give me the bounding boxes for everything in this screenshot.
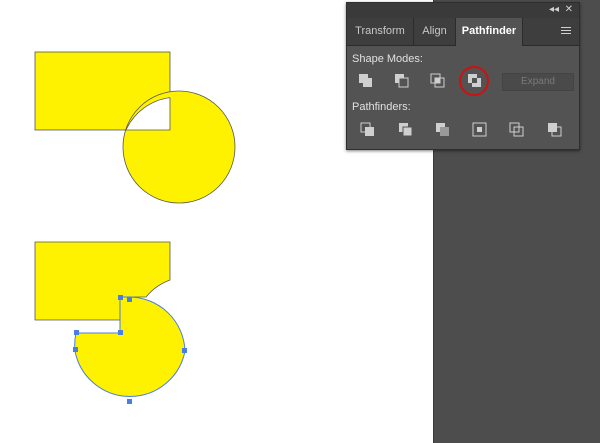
crop-button[interactable] (468, 119, 492, 141)
minus-back-button[interactable] (543, 119, 567, 141)
excluded-shape[interactable] (34, 241, 187, 404)
original-shapes[interactable] (34, 51, 236, 204)
trim-button[interactable] (394, 119, 418, 141)
crop-icon (472, 122, 487, 137)
shape-modes-label: Shape Modes: (352, 53, 423, 65)
minus-back-icon (548, 123, 562, 137)
pathfinders-label: Pathfinders: (352, 101, 411, 113)
intersect-icon (430, 73, 445, 88)
minus-front-button[interactable] (390, 70, 414, 92)
yellow-circle (122, 90, 236, 204)
pathfinder-panel: ◂◂ ✕ Transform Align Pathfinder Shape Mo… (346, 2, 580, 150)
tab-pathfinder[interactable]: Pathfinder (456, 18, 523, 46)
divide-button[interactable] (356, 119, 380, 141)
outline-button[interactable] (505, 119, 529, 141)
outline-icon (509, 122, 524, 137)
exclude-highlight-circle (459, 66, 489, 96)
unite-button[interactable] (354, 70, 378, 92)
close-panel-button[interactable]: ✕ (565, 4, 573, 16)
panel-topbar: ◂◂ ✕ (347, 3, 579, 18)
minus-front-icon (395, 74, 409, 88)
divide-icon (360, 122, 374, 136)
trim-icon (399, 123, 413, 137)
panel-menu-icon[interactable] (561, 27, 571, 36)
tab-transform[interactable]: Transform (347, 18, 414, 45)
unite-icon (359, 74, 372, 87)
panel-tabs: Transform Align Pathfinder (347, 18, 579, 46)
tab-align[interactable]: Align (414, 18, 456, 45)
intersect-button[interactable] (426, 70, 450, 92)
merge-icon (436, 123, 449, 136)
merge-button[interactable] (431, 119, 455, 141)
collapse-panel-button[interactable]: ◂◂ (549, 4, 559, 16)
expand-button[interactable]: Expand (502, 73, 574, 91)
